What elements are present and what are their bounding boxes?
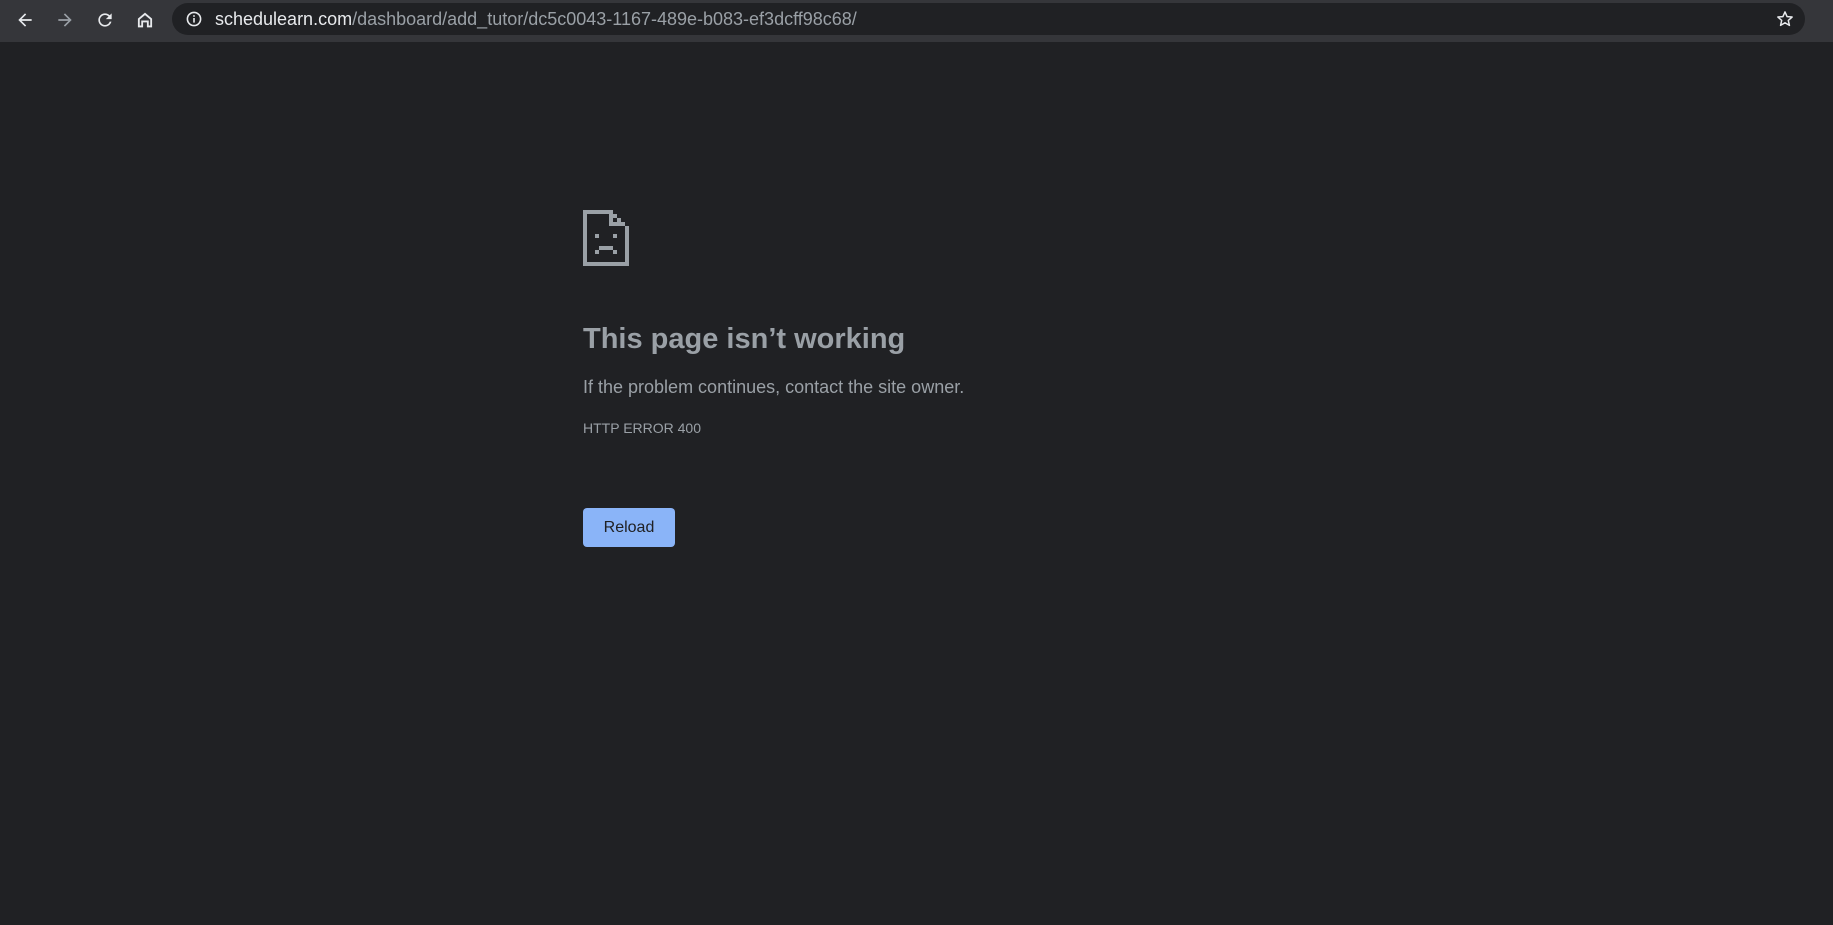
- error-title: This page isn’t working: [583, 323, 906, 355]
- url-text[interactable]: schedulearn.com/dashboard/add_tutor/dc5c…: [215, 3, 857, 35]
- url-host: schedulearn.com: [215, 9, 353, 29]
- reload-button[interactable]: Reload: [583, 508, 675, 547]
- error-description: If the problem continues, contact the si…: [583, 377, 965, 397]
- error-container: This page isn’t working If the problem c…: [583, 210, 1283, 547]
- reload-page-button[interactable]: [90, 5, 120, 35]
- sad-page-icon: [583, 210, 629, 266]
- arrow-left-icon: [18, 13, 32, 27]
- forward-button[interactable]: [50, 5, 80, 35]
- arrow-right-icon: [58, 13, 72, 27]
- address-bar[interactable]: schedulearn.com/dashboard/add_tutor/dc5c…: [172, 3, 1805, 35]
- info-icon[interactable]: [186, 11, 202, 27]
- refresh-icon: [98, 13, 112, 27]
- url-path: /dashboard/add_tutor/dc5c0043-1167-489e-…: [352, 9, 857, 29]
- star-icon[interactable]: [1775, 9, 1795, 29]
- browser-toolbar: schedulearn.com/dashboard/add_tutor/dc5c…: [0, 0, 1833, 42]
- error-code: HTTP ERROR 400: [583, 420, 701, 436]
- home-button[interactable]: [130, 5, 160, 35]
- back-button[interactable]: [10, 5, 40, 35]
- home-icon: [137, 12, 153, 28]
